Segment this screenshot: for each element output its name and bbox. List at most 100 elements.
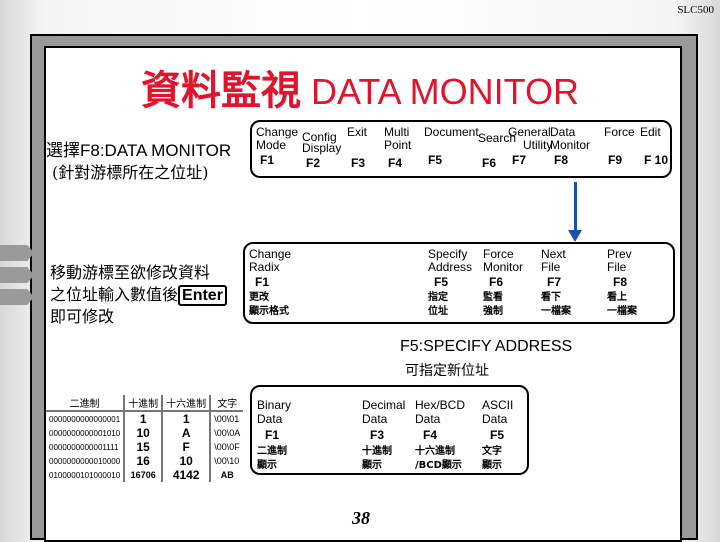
column-header: 文字 [209, 395, 244, 412]
menu-item-label: Data [257, 412, 283, 426]
menu-item-label: Radix [249, 260, 280, 274]
menu-item-label: Mode [256, 138, 287, 152]
column-header: 十六進制 [161, 395, 211, 412]
table-cell: 0100000101000010 [49, 470, 121, 480]
table-cell: \00\0F [209, 440, 244, 454]
menu-zh-label: /BCD顯示 [415, 460, 462, 471]
radix-key[interactable]: F5 [490, 429, 504, 442]
title-en: DATA MONITOR [311, 71, 580, 112]
table-row: 0100000101000010 16706 4142 AB [46, 468, 244, 482]
menu-key-2[interactable]: F2 [306, 157, 320, 170]
column-header: 二進制 [46, 395, 125, 412]
table-cell: A [161, 426, 211, 440]
monitor-key[interactable]: F8 [613, 276, 627, 289]
menu-item-label: Decimal [362, 398, 406, 412]
table-row: 0000000000001010 10 A \00\0A [46, 426, 244, 440]
table-cell: 1 [161, 411, 211, 426]
select-f8-note: (針對游標所在之位址) [52, 163, 209, 182]
radix-key[interactable]: F3 [370, 429, 384, 442]
table-cell: AB [209, 468, 244, 482]
menu-zh-label: 二進制 [257, 446, 287, 457]
table-cell: 0000000000000001 [49, 414, 121, 424]
data-monitor-menu: Change Radix F1 更改 顯示格式 Specify Address F5 指定 位址 F… [243, 242, 675, 324]
menu-zh-label: 顯示 [362, 460, 382, 471]
page-number: 38 [352, 508, 370, 528]
menu-item-label: Data [482, 412, 508, 426]
main-menu-bar: Change Mode F1 Config Display F2 Exit F3 Multi Po… [250, 120, 672, 178]
menu-key-6[interactable]: F6 [482, 157, 496, 170]
select-f8-text: 選擇F8:DATA MONITOR [46, 141, 232, 160]
radix-key[interactable]: F4 [423, 429, 437, 442]
table-cell: 16 [123, 454, 163, 468]
menu-zh-label: 十六進制 [415, 446, 455, 457]
table-cell: 0000000000010000 [49, 456, 121, 466]
menu-item-label: Monitor [483, 260, 524, 274]
column-header: 十進制 [123, 395, 163, 412]
menu-zh-label: 一檔案 [541, 306, 571, 317]
menu-zh-label: 一檔案 [607, 306, 637, 317]
menu-zh-label: 位址 [428, 306, 448, 317]
instruction-line1: 移動游標至欲修改資料 [50, 263, 211, 282]
menu-zh-label: 強制 [483, 306, 503, 317]
page-title: 資料監視 DATA MONITOR [0, 58, 720, 116]
menu-zh-label: 看上 [607, 292, 627, 303]
monitor-key[interactable]: F5 [434, 276, 448, 289]
table-cell: 10 [161, 454, 211, 468]
radix-table: 二進制 十進制 十六進制 文字 0000000000000001 1 1 \00\01 000… [46, 395, 244, 482]
menu-item-label: Address [428, 260, 473, 274]
table-cell: 10 [123, 426, 163, 440]
menu-key-3[interactable]: F3 [351, 157, 365, 170]
specify-caption: F5:SPECIFY ADDRESS [400, 338, 573, 355]
menu-key-7[interactable]: F7 [512, 154, 526, 167]
ribbon-decoration [0, 289, 34, 305]
table-cell: 15 [123, 440, 163, 454]
table-row: 0000000000010000 16 10 \00\10 [46, 454, 244, 468]
table-cell: 0000000000001111 [49, 442, 119, 452]
table-row: 0000000000000001 1 1 \00\01 [46, 411, 244, 426]
radix-menu: Binary Data F1 二進制 顯示 Decimal Data F3 十進制 顯示 Hex/B… [250, 385, 529, 475]
menu-item-label: File [607, 260, 627, 274]
menu-item-label: Data [415, 412, 441, 426]
menu-zh-label: 看下 [541, 292, 561, 303]
monitor-key[interactable]: F6 [489, 276, 503, 289]
monitor-key[interactable]: F1 [255, 276, 269, 289]
menu-item-label: ASCII [482, 398, 514, 412]
menu-item-label: Document [424, 125, 479, 139]
menu-zh-label: 十進制 [362, 446, 392, 457]
instruction-text: 之位址輸入數值後 [50, 285, 179, 304]
table-cell: \00\0A [209, 426, 244, 440]
menu-zh-label: 顯示格式 [249, 306, 289, 317]
monitor-key[interactable]: F7 [547, 276, 561, 289]
radix-table-wrap: 二進制 十進制 十六進制 文字 0000000000000001 1 1 \00\01 000… [46, 395, 244, 482]
menu-zh-label: 更改 [249, 292, 269, 303]
menu-key-5[interactable]: F5 [428, 154, 442, 167]
menu-zh-label: 文字 [482, 446, 502, 457]
menu-key-10[interactable]: F 10 [644, 154, 668, 167]
instruction-line2: 之位址輸入數值後 Enter [50, 284, 227, 307]
table-row: 0000000000001111 15 F \00\0F [46, 440, 244, 454]
menu-item-label: Monitor [550, 138, 591, 152]
menu-key-8[interactable]: F8 [554, 154, 568, 167]
enter-key: Enter [178, 285, 227, 306]
table-cell: 4142 [161, 468, 211, 482]
menu-item-label: Hex/BCD [415, 398, 466, 412]
menu-key-1[interactable]: F1 [260, 154, 274, 167]
menu-key-4[interactable]: F4 [388, 157, 402, 170]
menu-item-label: Force [604, 125, 635, 139]
menu-zh-label: 顯示 [257, 460, 277, 471]
menu-item-label: Exit [347, 125, 368, 139]
arrow-line [574, 182, 577, 232]
table-cell: 16706 [123, 468, 163, 482]
menu-key-9[interactable]: F9 [608, 154, 622, 167]
menu-item-label: Display [302, 141, 342, 155]
table-cell: 1 [123, 411, 163, 426]
menu-item-label: Utility [523, 138, 553, 152]
table-cell: \00\10 [209, 454, 244, 468]
title-zh: 資料監視 [140, 67, 301, 114]
table-cell: 0000000000001010 [49, 428, 121, 438]
radix-key[interactable]: F1 [265, 429, 279, 442]
corner-label: SLC500 [677, 4, 714, 16]
instruction-line3: 即可修改 [50, 307, 115, 326]
menu-zh-label: 指定 [428, 292, 448, 303]
ribbon-decoration [0, 245, 34, 261]
